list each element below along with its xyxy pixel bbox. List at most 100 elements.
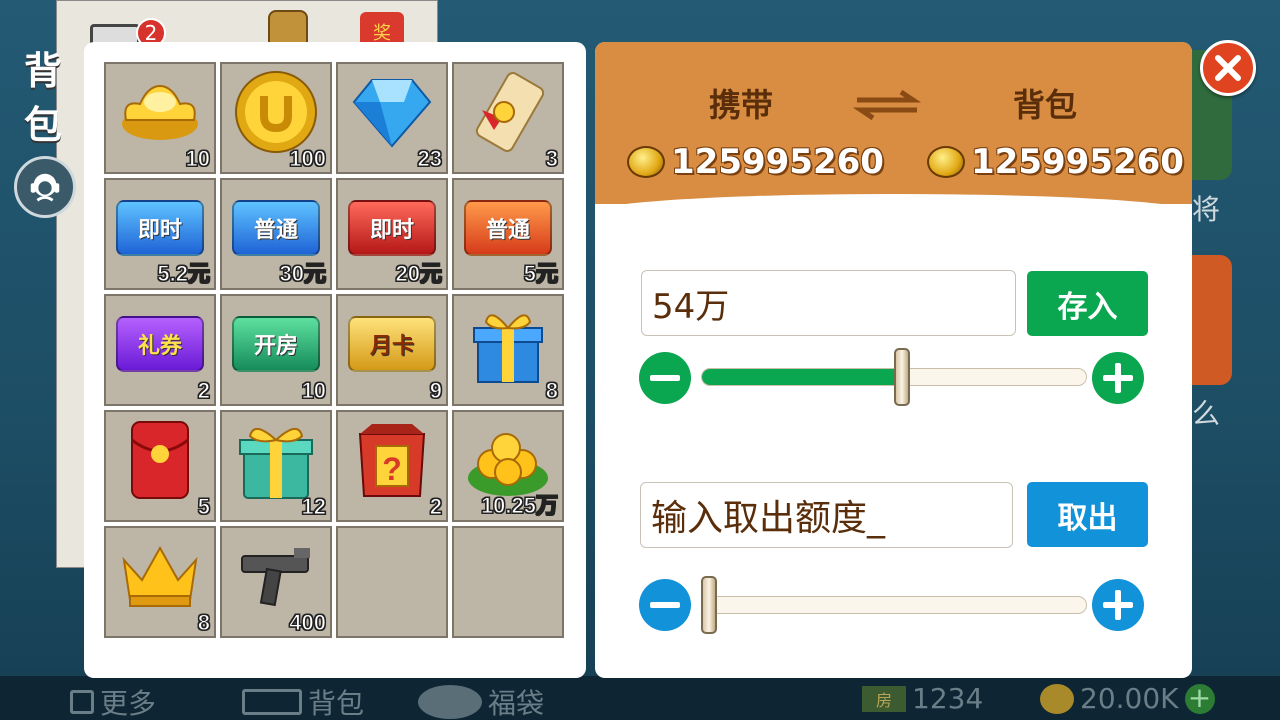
withdraw-input[interactable]: 输入取出额度_	[640, 482, 1013, 548]
item-count: 10	[301, 378, 327, 404]
gold-ingot-icon	[927, 146, 965, 178]
plus-icon	[1103, 363, 1133, 393]
withdraw-decrease-button[interactable]	[639, 579, 691, 631]
carry-amount: 125995260	[627, 142, 884, 182]
deposit-input[interactable]: 54万	[641, 270, 1016, 336]
month-card-icon: 月卡	[348, 302, 436, 386]
withdraw-increase-button[interactable]	[1092, 579, 1144, 631]
item-count: 8	[545, 378, 558, 404]
inventory-panel: 10 100 23 3 即时 5.2元 普通 30元 即时 20元 普通 5元 礼券 2 开房 10 月卡 9 8 5…	[84, 42, 586, 678]
deposit-button[interactable]: 存入	[1027, 271, 1148, 336]
gun-icon	[232, 534, 320, 618]
bottom-room-cards[interactable]: 房 1234	[862, 682, 983, 715]
deposit-slider-fill	[702, 369, 902, 385]
bag-title: 背包	[1013, 86, 1078, 124]
deposit-decrease-button[interactable]	[639, 352, 691, 404]
card-label: 礼券	[116, 316, 204, 372]
swap-arrows-icon	[853, 89, 921, 121]
inventory-slot[interactable]: 开房 10	[220, 294, 332, 406]
inventory-slot[interactable]	[336, 526, 448, 638]
inventory-slot[interactable]: 礼券 2	[104, 294, 216, 406]
room-card-icon: 开房	[232, 302, 320, 386]
inventory-slot[interactable]: 10.25万	[452, 410, 564, 522]
inventory-slot[interactable]: 即时 20元	[336, 178, 448, 290]
add-gold-icon[interactable]: +	[1184, 683, 1215, 714]
inventory-slot[interactable]: 12	[220, 410, 332, 522]
inventory-slot[interactable]: 普通 30元	[220, 178, 332, 290]
inventory-slot[interactable]: 100	[220, 62, 332, 174]
item-count: 2	[197, 378, 210, 404]
bottom-more-button[interactable]: 更多	[70, 682, 156, 720]
item-count: 5元	[523, 261, 558, 287]
item-count: 23	[417, 146, 443, 172]
side-label-bottom: 包	[24, 103, 63, 147]
deposit-slider-handle[interactable]	[893, 348, 910, 406]
item-count: 400	[289, 610, 327, 636]
inventory-slot[interactable]: 10	[104, 62, 216, 174]
mystery-box-icon: ?	[348, 418, 436, 502]
close-icon	[1215, 55, 1241, 81]
diamond-icon	[348, 70, 436, 154]
item-count: 8	[197, 610, 210, 636]
item-count: 5.2元	[157, 261, 211, 287]
bottom-bag-label: 背包	[308, 687, 365, 720]
inventory-slot[interactable]	[452, 526, 564, 638]
inventory-slot[interactable]: 月卡 9	[336, 294, 448, 406]
minus-icon	[650, 602, 680, 608]
inventory-slot[interactable]: 3	[452, 62, 564, 174]
bottom-lucky-label: 福袋	[488, 687, 545, 720]
card-label: 月卡	[348, 316, 436, 372]
item-count: 10	[185, 146, 211, 172]
bottom-lucky-bag-button[interactable]: 福袋	[418, 682, 544, 720]
item-count: 2	[429, 494, 442, 520]
more-icon	[70, 690, 94, 714]
item-count: 10.25万	[480, 493, 558, 519]
deposit-increase-button[interactable]	[1092, 352, 1144, 404]
close-button[interactable]	[1200, 40, 1256, 96]
bottom-bag-button[interactable]: 背包	[242, 682, 364, 720]
background-game-label-1: 将	[1192, 193, 1221, 226]
item-count: 30元	[279, 261, 326, 287]
card-label: 普通	[232, 200, 320, 256]
withdraw-slider-track[interactable]	[701, 596, 1087, 614]
inventory-grid: 10 100 23 3 即时 5.2元 普通 30元 即时 20元 普通 5元 礼券 2 开房 10 月卡 9 8 5…	[104, 62, 564, 638]
item-count: 20元	[395, 261, 442, 287]
scroll-icon	[464, 70, 552, 154]
inventory-slot[interactable]: ? 2	[336, 410, 448, 522]
inventory-slot[interactable]: 5	[104, 410, 216, 522]
header-wave	[595, 194, 1192, 212]
gift-box-green-icon	[232, 418, 320, 502]
gold-ingot-icon	[116, 70, 204, 154]
exchange-header: 携带 背包 125995260 125995260	[595, 42, 1192, 212]
carry-amount-value: 125995260	[671, 142, 884, 182]
minus-icon	[650, 375, 680, 381]
gold-amount: 20.00K	[1080, 682, 1179, 715]
customer-service-icon[interactable]	[14, 156, 76, 218]
gold-small-icon	[1040, 683, 1074, 714]
withdraw-button[interactable]: 取出	[1027, 482, 1148, 547]
inventory-slot[interactable]: 即时 5.2元	[104, 178, 216, 290]
item-count: 3	[545, 146, 558, 172]
inventory-slot[interactable]: 23	[336, 62, 448, 174]
svg-text:?: ?	[382, 451, 402, 487]
room-card-small-icon: 房	[862, 685, 906, 712]
inventory-slot[interactable]: 8	[452, 294, 564, 406]
inventory-slot[interactable]: 普通 5元	[452, 178, 564, 290]
red-envelope-icon	[116, 418, 204, 502]
lucky-bag-icon	[418, 685, 482, 719]
inventory-slot[interactable]: 8	[104, 526, 216, 638]
bag-amount-value: 125995260	[971, 142, 1184, 182]
item-count: 9	[429, 378, 442, 404]
bag-amount: 125995260	[927, 142, 1184, 182]
coupon-icon: 礼券	[116, 302, 204, 386]
item-count: 100	[289, 146, 327, 172]
gold-coin-icon	[232, 70, 320, 154]
side-label-top: 背	[24, 49, 63, 93]
bottom-gold[interactable]: 20.00K +	[1040, 682, 1215, 715]
withdraw-slider-handle[interactable]	[701, 576, 717, 634]
room-count: 1234	[912, 682, 984, 715]
inventory-slot[interactable]: 400	[220, 526, 332, 638]
plus-icon	[1103, 590, 1133, 620]
bottom-more-label: 更多	[100, 687, 157, 720]
background-game-label-2: 么	[1192, 397, 1221, 430]
